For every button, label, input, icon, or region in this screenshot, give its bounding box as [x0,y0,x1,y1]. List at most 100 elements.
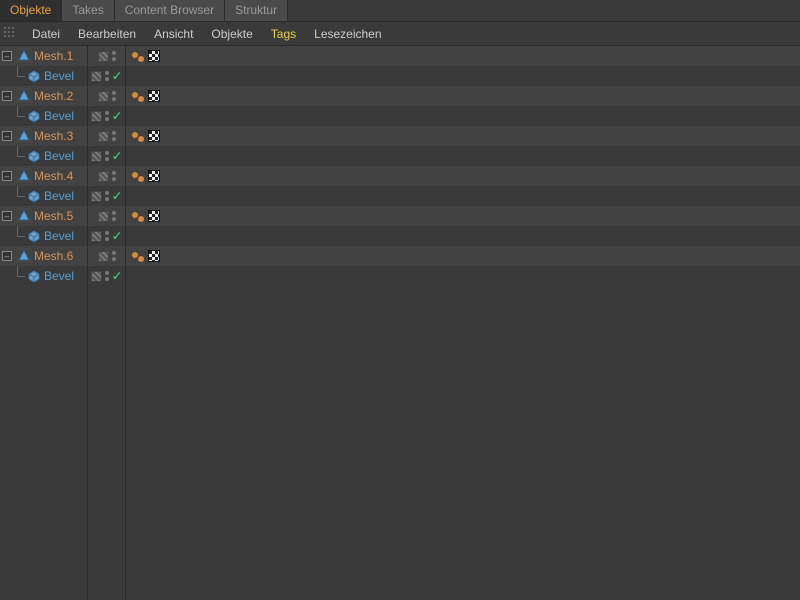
visibility-dots-icon[interactable] [105,231,109,241]
tree-row-parent[interactable]: – Mesh.6 [0,246,87,266]
layer-icon[interactable] [98,211,109,222]
object-label: Bevel [44,109,74,123]
tree-row-child[interactable]: Bevel [0,266,87,286]
visibility-dots-icon[interactable] [112,91,116,101]
visibility-dots-icon[interactable] [112,211,116,221]
visibility-dots-icon[interactable] [105,111,109,121]
visibility-cell[interactable]: ✓ [88,226,125,246]
visibility-dots-icon[interactable] [105,191,109,201]
visibility-cell[interactable]: ✓ [88,186,125,206]
object-label: Bevel [44,69,74,83]
phong-tag-icon[interactable] [132,210,144,222]
tree-row-parent[interactable]: –Mesh.3 [0,126,87,146]
layer-icon[interactable] [91,231,102,242]
visibility-dots-icon[interactable] [112,51,116,61]
tab-objekte[interactable]: Objekte [0,0,62,21]
visibility-dots-icon[interactable] [105,151,109,161]
tree-row-child[interactable]: Bevel [0,66,87,86]
menu-bearbeiten[interactable]: Bearbeiten [70,24,144,44]
grip-icon[interactable] [4,27,18,41]
visibility-cell[interactable]: ✓ [88,266,125,286]
texture-tag-icon[interactable] [148,130,160,142]
menu-ansicht[interactable]: Ansicht [146,24,201,44]
visibility-cell[interactable]: ✓ [88,146,125,166]
layer-icon[interactable] [98,51,109,62]
menu-objekte[interactable]: Objekte [203,24,260,44]
menu-tags[interactable]: Tags [263,24,304,44]
visibility-cell[interactable] [88,166,125,186]
phong-tag-icon[interactable] [132,250,144,262]
visibility-cell[interactable]: ✓ [88,106,125,126]
visibility-dots-icon[interactable] [112,171,116,181]
layer-icon[interactable] [91,271,102,282]
expander-icon[interactable]: – [2,211,12,221]
check-icon[interactable]: ✓ [112,189,122,203]
object-label: Mesh.5 [34,209,73,223]
phong-tag-icon[interactable] [132,130,144,142]
visibility-cell[interactable]: ✓ [88,66,125,86]
visibility-cell[interactable] [88,86,125,106]
layer-icon[interactable] [91,111,102,122]
texture-tag-icon[interactable] [148,170,160,182]
tree-row-parent[interactable]: – Mesh.1 [0,46,87,66]
layer-icon[interactable] [98,131,109,142]
tag-cell [126,86,800,106]
object-label: Bevel [44,189,74,203]
visibility-cell[interactable] [88,206,125,226]
tag-cell [126,146,800,166]
visibility-dots-icon[interactable] [112,251,116,261]
layer-icon[interactable] [91,151,102,162]
visibility-dots-icon[interactable] [105,271,109,281]
tree-branch-icon [12,66,24,86]
tree-branch-icon [12,186,24,206]
check-icon[interactable]: ✓ [112,149,122,163]
tag-cell [126,246,800,266]
object-label: Mesh.6 [34,249,73,263]
tree-row-parent[interactable]: –Mesh.2 [0,86,87,106]
tree-row-child[interactable]: Bevel [0,106,87,126]
phong-tag-icon[interactable] [132,50,144,62]
visibility-cell[interactable] [88,126,125,146]
object-label: Mesh.1 [34,49,73,63]
layer-icon[interactable] [98,251,109,262]
tree-row-parent[interactable]: – Mesh.5 [0,206,87,226]
visibility-cell[interactable] [88,46,125,66]
layer-icon[interactable] [98,91,109,102]
tree-row-child[interactable]: Bevel [0,226,87,246]
menu-bar: Datei Bearbeiten Ansicht Objekte Tags Le… [0,22,800,46]
phong-tag-icon[interactable] [132,170,144,182]
tab-takes[interactable]: Takes [62,0,114,21]
tab-struktur[interactable]: Struktur [225,0,288,21]
phong-tag-icon[interactable] [132,90,144,102]
texture-tag-icon[interactable] [148,250,160,262]
menu-datei[interactable]: Datei [24,24,68,44]
texture-tag-icon[interactable] [148,90,160,102]
visibility-cell[interactable] [88,246,125,266]
menu-lesezeichen[interactable]: Lesezeichen [306,24,389,44]
expander-icon[interactable]: – [2,131,12,141]
tag-cell [126,66,800,86]
tag-cell [126,126,800,146]
tree-row-child[interactable]: Bevel [0,186,87,206]
expander-icon[interactable]: – [2,171,12,181]
layer-icon[interactable] [91,71,102,82]
check-icon[interactable]: ✓ [112,229,122,243]
check-icon[interactable]: ✓ [112,69,122,83]
visibility-dots-icon[interactable] [105,71,109,81]
texture-tag-icon[interactable] [148,50,160,62]
layer-icon[interactable] [91,191,102,202]
expander-icon[interactable]: – [2,51,12,61]
tree-branch-icon [12,226,24,246]
tree-row-child[interactable]: Bevel [0,146,87,166]
visibility-dots-icon[interactable] [112,131,116,141]
layer-icon[interactable] [98,171,109,182]
tag-cell [126,46,800,66]
texture-tag-icon[interactable] [148,210,160,222]
tree-branch-icon [12,106,24,126]
expander-icon[interactable]: – [2,91,12,101]
tab-content-browser[interactable]: Content Browser [115,0,225,21]
check-icon[interactable]: ✓ [112,109,122,123]
expander-icon[interactable]: – [2,251,12,261]
check-icon[interactable]: ✓ [112,269,122,283]
tree-row-parent[interactable]: –Mesh.4 [0,166,87,186]
